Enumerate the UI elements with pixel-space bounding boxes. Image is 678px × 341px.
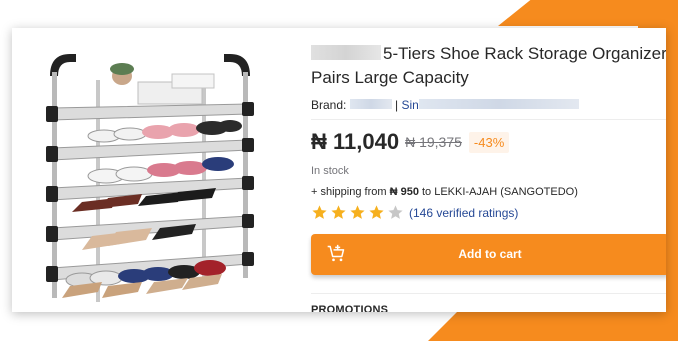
stock-status: In stock: [311, 165, 349, 177]
brand-label: Brand:: [311, 98, 347, 112]
star-icon: [350, 205, 365, 219]
star-icon: [331, 205, 346, 219]
rating-row: (146 verified ratings): [311, 204, 666, 221]
similar-products-link[interactable]: Sin: [402, 98, 419, 112]
product-title-line-2: Pairs Large Capacity: [311, 68, 469, 87]
redacted-title-segment: [311, 45, 381, 60]
old-price: ₦ 19,375: [405, 134, 462, 150]
discount-badge: -43%: [468, 131, 510, 153]
product-title: 5-Tiers Shoe Rack Storage Organizer Pair…: [311, 42, 666, 90]
product-image[interactable]: [42, 36, 282, 308]
verified-ratings-link[interactable]: (146 verified ratings): [409, 206, 518, 220]
add-to-cart-button[interactable]: Add to cart: [311, 234, 666, 275]
star-icon: [312, 205, 327, 219]
divider: [311, 119, 666, 120]
shipping-destination: to LEKKI-AJAH (SANGOTEDO): [422, 186, 578, 198]
divider: [311, 293, 666, 294]
product-card: 5-Tiers Shoe Rack Storage Organizer Pair…: [12, 28, 666, 312]
star-icon: [369, 205, 384, 219]
redacted-link-text[interactable]: [418, 99, 579, 109]
decorative-orange-band-bottom: [428, 311, 678, 341]
star-rating[interactable]: [311, 204, 406, 221]
redacted-brand-name[interactable]: [349, 99, 392, 109]
add-to-cart-label: Add to cart: [458, 247, 522, 261]
shipping-info: + shipping from ₦ 950 to LEKKI-AJAH (SAN…: [311, 186, 666, 198]
price-row: ₦ 11,040 ₦ 19,375 -43%: [311, 129, 666, 155]
brand-row: Brand: | Sin: [311, 98, 666, 112]
brand-separator: |: [395, 98, 399, 112]
shipping-prefix: + shipping from: [311, 186, 387, 198]
product-title-line-1: 5-Tiers Shoe Rack Storage Organizer: [383, 44, 666, 63]
star-icon: [388, 205, 403, 219]
promotions-heading: PROMOTIONS: [311, 304, 389, 312]
shipping-cost: ₦ 950: [389, 186, 419, 198]
current-price: ₦ 11,040: [311, 129, 400, 154]
product-info: 5-Tiers Shoe Rack Storage Organizer Pair…: [311, 42, 666, 312]
